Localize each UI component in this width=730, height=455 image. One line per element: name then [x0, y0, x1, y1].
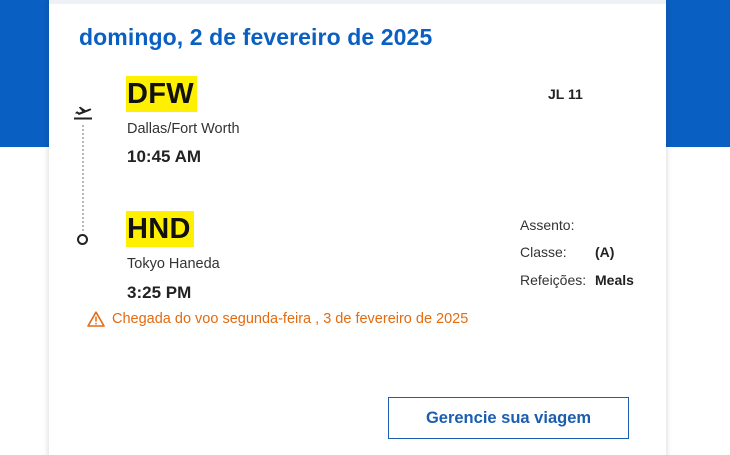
seat-label: Assento: [520, 217, 575, 233]
flight-card: domingo, 2 de fevereiro de 2025 DFW Dall… [49, 0, 666, 455]
page: domingo, 2 de fevereiro de 2025 DFW Dall… [0, 0, 730, 455]
arrival-time: 3:25 PM [127, 283, 192, 302]
class-label: Classe: [520, 244, 567, 260]
manage-trip-button[interactable]: Gerencie sua viagem [388, 397, 629, 439]
flight-number: JL 11 [548, 86, 583, 102]
arrival-circle-icon [77, 234, 88, 245]
arrival-date-notice-text: Chegada do voo segunda-feira , 3 de feve… [112, 311, 469, 327]
arrival-city: Tokyo Haneda [127, 256, 220, 272]
arrival-date-notice: Chegada do voo segunda-feira , 3 de feve… [87, 311, 468, 327]
class-value: (A) [595, 244, 615, 260]
plane-departure-icon [74, 106, 92, 120]
meal-value: Meals [595, 272, 634, 288]
departure-airport-code: DFW [126, 76, 197, 112]
meal-label: Refeições: [520, 272, 587, 288]
card-top-border [49, 0, 666, 4]
warning-triangle-icon [87, 311, 105, 327]
flight-timeline-line [82, 125, 84, 231]
arrival-airport-code: HND [126, 211, 194, 247]
flight-date-heading: domingo, 2 de fevereiro de 2025 [79, 24, 433, 50]
departure-city: Dallas/Fort Worth [127, 121, 240, 137]
departure-time: 10:45 AM [127, 147, 202, 166]
